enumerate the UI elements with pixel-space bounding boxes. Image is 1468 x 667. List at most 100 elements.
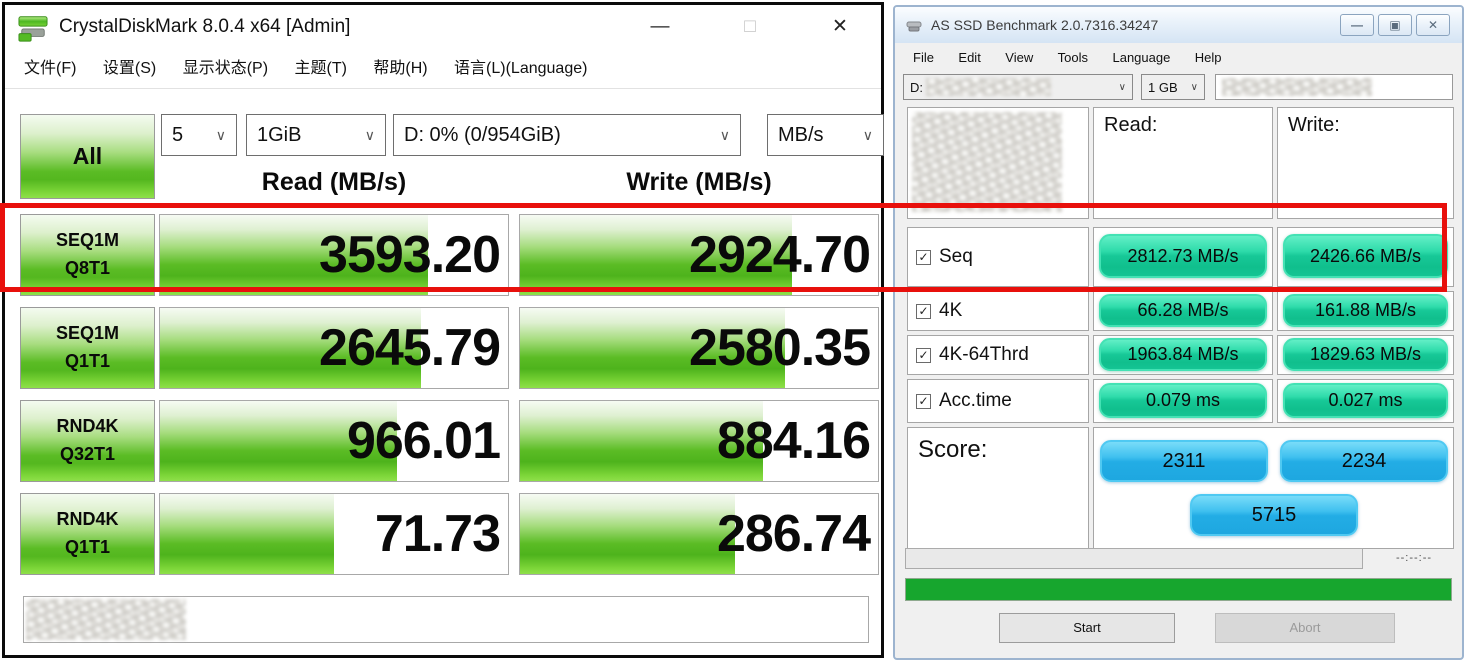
result-pill: 161.88 MB/s [1283, 294, 1448, 327]
menu-view-status[interactable]: 显示状态(P) [172, 51, 279, 87]
redacted-drive-name [26, 599, 186, 640]
write-result-cell: 0.027 ms [1277, 379, 1454, 423]
row-label: 4K-64Thrd [939, 344, 1029, 366]
4k-checkbox[interactable]: ✓ [916, 304, 931, 319]
maximize-button[interactable]: □ [721, 5, 779, 49]
check-icon: ✓ [918, 348, 928, 362]
menu-help[interactable]: 帮助(H) [362, 51, 438, 87]
read-result-cell: 71.73 [159, 493, 509, 575]
write-value: 2580.35 [689, 308, 870, 388]
write-value: 2924.70 [689, 215, 870, 295]
write-value: 286.74 [717, 494, 870, 574]
score-label-cell: Score: [907, 427, 1089, 549]
result-bar [520, 494, 735, 574]
result-pill: 2426.66 MB/s [1283, 234, 1448, 278]
start-button[interactable]: Start [999, 613, 1175, 643]
4k64thrd-checkbox[interactable]: ✓ [916, 348, 931, 363]
write-result-cell: 2924.70 [519, 214, 879, 296]
score-label: Score: [908, 428, 1088, 464]
seq-test-label-cell: ✓ Seq [907, 227, 1089, 287]
write-header-cell: Write: [1277, 107, 1454, 219]
table-row: SEQ1MQ8T1 3593.20 2924.70 [5, 214, 881, 296]
close-icon: ✕ [1428, 18, 1438, 32]
window-title: CrystalDiskMark 8.0.4 x64 [Admin] [59, 5, 350, 49]
row-label: Seq [939, 246, 973, 268]
menu-tools[interactable]: Tools [1048, 45, 1098, 71]
write-result-cell: 2426.66 MB/s [1277, 227, 1454, 287]
unit-dropdown[interactable]: MB/s ∨ [767, 114, 884, 156]
total-score-pill: 5715 [1190, 494, 1358, 536]
test-button-seq1m-q1t1[interactable]: SEQ1MQ1T1 [20, 307, 155, 389]
write-column-header: Write: [1278, 108, 1453, 137]
menu-language[interactable]: 语言(L)(Language) [443, 51, 598, 87]
row-label: 4K [939, 300, 962, 322]
menu-language[interactable]: Language [1102, 45, 1180, 71]
target-drive-dropdown[interactable]: D: 0% (0/954GiB) ∨ [393, 114, 741, 156]
test-count-dropdown[interactable]: 5 ∨ [161, 114, 237, 156]
test-size-dropdown[interactable]: 1 GB ∨ [1141, 74, 1205, 100]
4k64thrd-test-label-cell: ✓ 4K-64Thrd [907, 335, 1089, 375]
minimize-icon: — [651, 16, 670, 37]
chevron-down-icon: ∨ [1113, 82, 1126, 93]
restore-icon: ▣ [1389, 18, 1400, 32]
minimize-button[interactable]: — [631, 5, 689, 49]
test-button-seq1m-q8t1[interactable]: SEQ1MQ8T1 [20, 214, 155, 296]
menu-file[interactable]: 文件(F) [13, 51, 87, 87]
drive-model-box [1215, 74, 1453, 100]
check-icon: ✓ [918, 304, 928, 318]
write-score-pill: 2234 [1280, 440, 1448, 482]
read-result-cell: 0.079 ms [1093, 379, 1273, 423]
table-row: RND4KQ1T1 71.73 286.74 [5, 493, 881, 575]
menu-edit[interactable]: Edit [948, 45, 990, 71]
check-icon: ✓ [918, 250, 928, 264]
menu-view[interactable]: View [995, 45, 1043, 71]
acctime-checkbox[interactable]: ✓ [916, 394, 931, 409]
result-pill: 1829.63 MB/s [1283, 338, 1448, 371]
abort-button[interactable]: Abort [1215, 613, 1395, 643]
progress-bar [905, 548, 1363, 569]
read-result-cell: 66.28 MB/s [1093, 291, 1273, 331]
read-result-cell: 1963.84 MB/s [1093, 335, 1273, 375]
all-test-button[interactable]: All [20, 114, 155, 199]
score-values-cell: 2311 2234 5715 [1093, 427, 1454, 549]
window-title: AS SSD Benchmark 2.0.7316.34247 [931, 7, 1158, 43]
row-label: Acc.time [939, 390, 1012, 412]
close-button[interactable]: ✕ [811, 5, 869, 49]
check-icon: ✓ [918, 394, 928, 408]
status-bar-green [905, 578, 1452, 601]
cdm-menubar: 文件(F) 设置(S) 显示状态(P) 主题(T) 帮助(H) 语言(L)(La… [5, 51, 881, 89]
seq-checkbox[interactable]: ✓ [916, 250, 931, 265]
test-button-rnd4k-q1t1[interactable]: RND4KQ1T1 [20, 493, 155, 575]
menu-theme[interactable]: 主题(T) [283, 51, 357, 87]
read-value: 2645.79 [319, 308, 500, 388]
write-result-cell: 1829.63 MB/s [1277, 335, 1454, 375]
read-value: 3593.20 [319, 215, 500, 295]
read-result-cell: 2812.73 MB/s [1093, 227, 1273, 287]
read-header-cell: Read: [1093, 107, 1273, 219]
result-pill: 2812.73 MB/s [1099, 234, 1267, 278]
write-result-cell: 2580.35 [519, 307, 879, 389]
chevron-down-icon: ∨ [855, 127, 873, 144]
write-result-cell: 286.74 [519, 493, 879, 575]
menu-help[interactable]: Help [1185, 45, 1232, 71]
chevron-down-icon: ∨ [357, 127, 375, 144]
result-bar [160, 494, 334, 574]
restore-button[interactable]: ▣ [1378, 14, 1412, 36]
chevron-down-icon: ∨ [1185, 82, 1198, 93]
menu-settings[interactable]: 设置(S) [92, 51, 167, 87]
chevron-down-icon: ∨ [208, 127, 226, 144]
result-pill: 66.28 MB/s [1099, 294, 1267, 327]
as-ssd-app-icon [905, 16, 923, 34]
as-ssd-benchmark-window: AS SSD Benchmark 2.0.7316.34247 — ▣ ✕ Fi… [893, 5, 1464, 660]
menu-file[interactable]: File [903, 45, 944, 71]
result-pill: 0.079 ms [1099, 383, 1267, 418]
minimize-button[interactable]: — [1340, 14, 1374, 36]
result-pill: 1963.84 MB/s [1099, 338, 1267, 371]
close-button[interactable]: ✕ [1416, 14, 1450, 36]
acctime-test-label-cell: ✓ Acc.time [907, 379, 1089, 423]
write-result-cell: 884.16 [519, 400, 879, 482]
test-size-dropdown[interactable]: 1GiB ∨ [246, 114, 386, 156]
drive-select-dropdown[interactable]: D: ∨ [903, 74, 1133, 100]
test-button-rnd4k-q32t1[interactable]: RND4KQ32T1 [20, 400, 155, 482]
redacted-drive-logo [912, 112, 1062, 212]
